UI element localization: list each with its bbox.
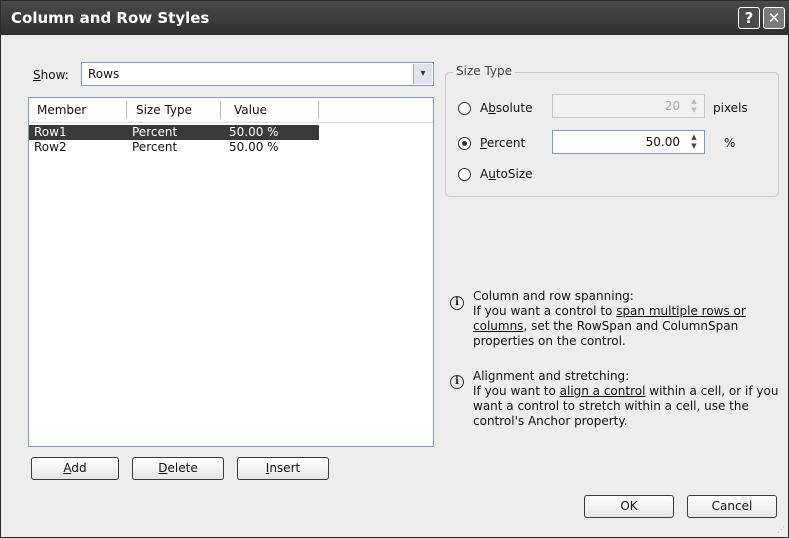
dialog-window: Column and Row Styles ? ✕ Show: Rows ▾ M… [0, 0, 789, 538]
add-button[interactable]: Add [31, 457, 119, 480]
list-header: Member Size Type Value [29, 98, 433, 123]
help-button[interactable]: ? [738, 7, 760, 29]
percent-unit-label: % [724, 136, 736, 150]
percent-radio[interactable] [458, 137, 471, 150]
close-button[interactable]: ✕ [763, 7, 785, 29]
spin-arrows-icon[interactable]: ▲ ▼ [686, 97, 702, 115]
cancel-button[interactable]: Cancel [687, 495, 777, 518]
align-a-control-link[interactable]: align a control [560, 384, 646, 398]
dialog-title: Column and Row Styles [11, 9, 210, 27]
title-bar[interactable]: Column and Row Styles ? ✕ [1, 1, 789, 35]
absolute-radio[interactable] [458, 102, 471, 115]
percent-stepper[interactable]: 50.00 ▲ ▼ [552, 130, 705, 154]
percent-label[interactable]: Percent [480, 136, 525, 150]
ok-button[interactable]: OK [584, 495, 674, 518]
show-dropdown[interactable]: Rows ▾ [81, 62, 434, 86]
autosize-radio[interactable] [458, 168, 471, 181]
info-alignment: Alignment and stretching: If you want to… [473, 369, 779, 428]
row-member: Row2 [34, 140, 67, 154]
row-size-type: Percent [132, 140, 178, 154]
show-dropdown-value: Rows [88, 67, 120, 81]
column-header-size-type[interactable]: Size Type [136, 103, 192, 117]
resize-grip-icon[interactable]: ⋰ [777, 525, 785, 534]
member-list[interactable]: Member Size Type Value Row1 Percent 50.0… [28, 97, 434, 447]
chevron-down-icon[interactable]: ▾ [413, 64, 432, 84]
column-header-value[interactable]: Value [234, 103, 267, 117]
column-divider[interactable] [318, 101, 319, 119]
column-header-member[interactable]: Member [37, 103, 86, 117]
spin-arrows-icon[interactable]: ▲ ▼ [686, 133, 702, 151]
list-row[interactable]: Row2 Percent 50.00 % [29, 140, 319, 155]
info-icon: i [450, 375, 464, 389]
row-member: Row1 [34, 125, 67, 139]
column-divider[interactable] [126, 101, 127, 119]
pixels-unit-label: pixels [713, 101, 748, 115]
size-type-group-title: Size Type [453, 64, 516, 78]
column-divider[interactable] [220, 101, 221, 119]
row-value: 50.00 % [229, 125, 279, 139]
delete-button[interactable]: Delete [132, 457, 224, 480]
insert-button[interactable]: Insert [237, 457, 329, 480]
info-spanning: Column and row spanning: If you want a c… [473, 289, 746, 348]
row-size-type: Percent [132, 125, 178, 139]
absolute-pixels-value: 20 [664, 99, 680, 113]
list-row[interactable]: Row1 Percent 50.00 % [29, 125, 319, 140]
percent-value: 50.00 [645, 135, 680, 149]
info-icon: i [450, 296, 464, 310]
row-value: 50.00 % [229, 140, 279, 154]
absolute-pixels-stepper[interactable]: 20 ▲ ▼ [552, 94, 705, 118]
show-label: Show: [33, 68, 69, 82]
autosize-label[interactable]: AutoSize [480, 167, 533, 181]
absolute-label[interactable]: Absolute [480, 101, 532, 115]
